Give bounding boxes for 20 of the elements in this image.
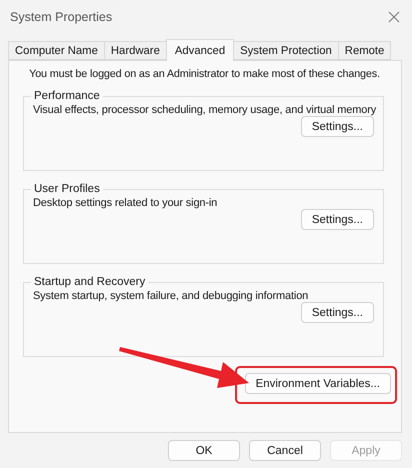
tab[interactable]: Advanced	[166, 39, 234, 61]
settings-button[interactable]: Settings...	[300, 209, 374, 230]
window-title: System Properties	[10, 10, 112, 24]
tab[interactable]: Hardware	[104, 41, 167, 60]
group-title: User Profiles	[33, 183, 101, 195]
dialog-button[interactable]: OK	[168, 440, 240, 461]
group-description: System startup, system failure, and debugging information	[33, 290, 310, 302]
settings-button[interactable]: Settings...	[300, 116, 374, 137]
tab[interactable]: Remote	[338, 41, 392, 60]
group-title: Performance	[33, 90, 101, 102]
dialog-button[interactable]: Cancel	[249, 440, 321, 461]
group-title: Startup and Recovery	[33, 276, 146, 288]
group-description: Desktop settings related to your sign-in	[33, 197, 218, 209]
close-icon[interactable]	[388, 11, 400, 23]
tab[interactable]: System Protection	[233, 41, 339, 60]
group-description: Visual effects, processor scheduling, memory usage, and virtual memory	[33, 104, 374, 116]
notice-text: You must be logged on as an Administrator to make most of these changes.	[28, 68, 381, 80]
settings-button[interactable]: Settings...	[300, 302, 374, 323]
environment-variables-button[interactable]: Environment Variables...	[244, 373, 391, 394]
tab[interactable]: Computer Name	[8, 41, 105, 60]
